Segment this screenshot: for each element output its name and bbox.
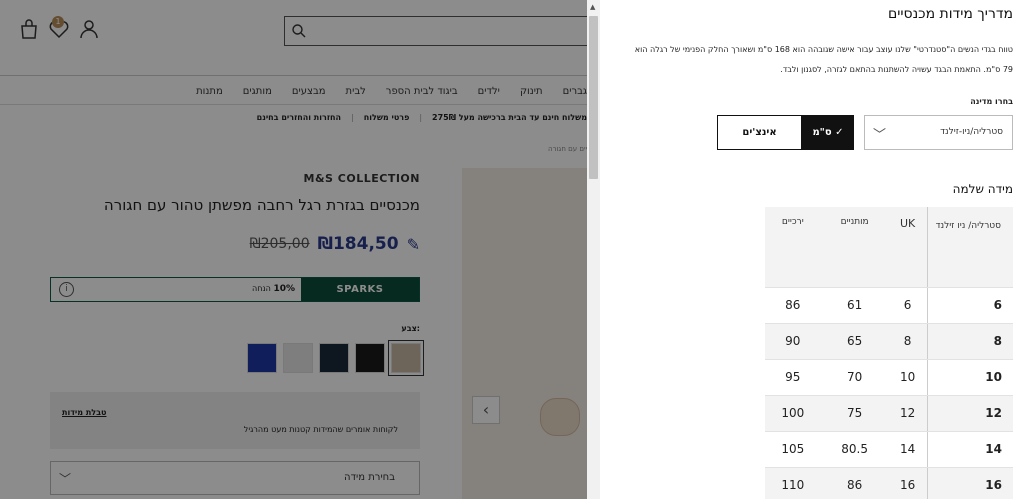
unit-toggle: ✓ ס"מ אינצ'ים	[717, 115, 854, 150]
scrollbar[interactable]: ▲	[587, 0, 600, 499]
unit-cm-button[interactable]: ✓ ס"מ	[802, 115, 854, 150]
table-cell: 86	[820, 467, 889, 499]
table-cell: 70	[820, 359, 889, 396]
table-cell: 16	[926, 467, 1013, 499]
table-cell: 12	[888, 395, 927, 432]
table-header-row: סטרליה/ ניו זילנד UK מותניים ירכיים	[765, 207, 1013, 288]
table-cell: 100	[765, 395, 821, 432]
country-label: בחרו מדינה	[970, 97, 1013, 106]
table-cell: 14	[888, 431, 927, 468]
table-cell: 90	[765, 323, 821, 360]
table-cell: 75	[820, 395, 889, 432]
country-select[interactable]: סטרליה/ניו-זילנד ﹀	[864, 115, 1013, 150]
unit-cm-label: ס"מ	[812, 127, 832, 138]
table-cell: 95	[765, 359, 821, 396]
scrollbar-thumb[interactable]	[589, 16, 598, 179]
table-cell: 110	[765, 467, 821, 499]
chevron-down-icon: ﹀	[873, 128, 887, 143]
size-table: סטרליה/ ניו זילנד UK מותניים ירכיים 6 6 …	[765, 207, 1013, 499]
table-row: 12 12 75 100	[765, 395, 1013, 432]
unit-inch-button[interactable]: אינצ'ים	[717, 115, 802, 150]
table-row: 8 8 65 90	[765, 323, 1013, 360]
scroll-up-icon[interactable]: ▲	[590, 3, 595, 11]
table-cell: 8	[888, 323, 927, 360]
table-row: 14 14 80.5 105	[765, 431, 1013, 468]
table-cell: 10	[888, 359, 927, 396]
size-guide-description: טווח בגדי הנשים ה"סטנדרטי" שלנו עוצב עבו…	[634, 45, 1013, 74]
modal-overlay[interactable]	[0, 0, 587, 499]
table-row: 16 16 86 110	[765, 467, 1013, 499]
table-cell: 12	[926, 395, 1013, 432]
table-cell: 105	[765, 431, 821, 468]
table-cell: 65	[820, 323, 889, 360]
table-cell: 61	[820, 287, 889, 324]
column-header: UK	[888, 207, 927, 288]
table-cell: 10	[926, 359, 1013, 396]
table-cell: 86	[765, 287, 821, 324]
table-cell: 80.5	[820, 431, 889, 468]
table-cell: 16	[888, 467, 927, 499]
table-row: 6 6 61 86	[765, 287, 1013, 324]
size-table-title: מידה שלמה	[952, 182, 1013, 196]
column-header: מותניים	[820, 207, 889, 288]
column-header: סטרליה/ ניו זילנד	[926, 207, 1013, 288]
table-cell: 6	[926, 287, 1013, 324]
table-cell: 6	[888, 287, 927, 324]
size-guide-title: מדריך מידות מכנסיים	[887, 6, 1013, 22]
table-cell: 8	[926, 323, 1013, 360]
size-guide-drawer: מדריך מידות מכנסיים טווח בגדי הנשים ה"סט…	[600, 0, 1024, 499]
table-cell: 14	[926, 431, 1013, 468]
column-header: ירכיים	[765, 207, 821, 288]
check-icon: ✓	[831, 127, 844, 138]
table-row: 10 10 70 95	[765, 359, 1013, 396]
country-select-value: סטרליה/ניו-זילנד	[940, 127, 1003, 137]
